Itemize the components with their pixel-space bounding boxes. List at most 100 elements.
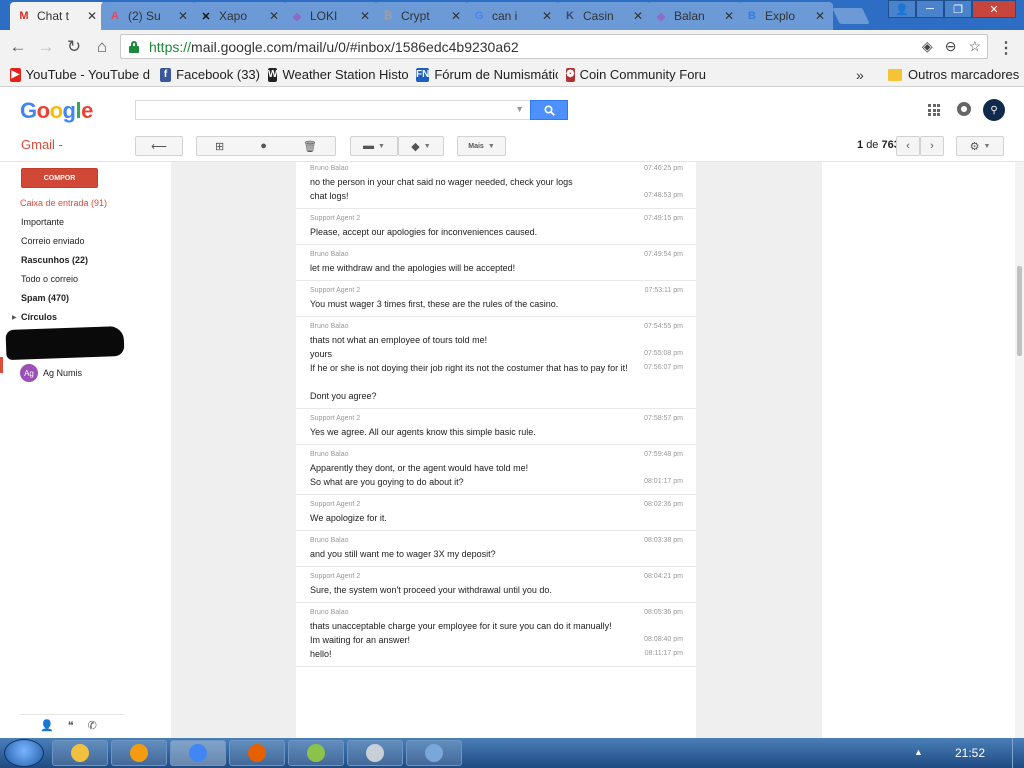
newer-button[interactable]: ‹ — [896, 136, 920, 156]
bookmark-item[interactable]: FN Fórum de Numismátic — [416, 67, 558, 82]
close-tab-icon[interactable]: ✕ — [176, 9, 190, 23]
phone-icon[interactable]: ✆ — [88, 719, 97, 732]
other-bookmarks-folder[interactable]: Outros marcadores — [888, 67, 1019, 82]
browser-toolbar: ← → ↻ ⌂ https://mail.google.com/mail/u/0… — [0, 30, 1024, 63]
older-button[interactable]: › — [920, 136, 944, 156]
taskbar-app[interactable] — [111, 740, 167, 766]
bookmark-item[interactable]: ❁ Coin Community Foru — [566, 67, 706, 82]
bookmark-star-icon[interactable]: ☆ — [968, 38, 981, 55]
profile-button[interactable]: 👤 — [888, 0, 916, 18]
search-options-icon[interactable]: ▼ — [515, 104, 524, 114]
browser-tab[interactable]: ◆ Balan ✕ — [647, 2, 742, 30]
hangouts-icon[interactable]: ❝ — [68, 719, 74, 732]
google-icon: G — [474, 10, 484, 22]
person-icon[interactable]: 👤 — [40, 719, 54, 732]
maximize-button[interactable]: ❐ — [944, 0, 972, 18]
more-button-label: Mais — [468, 142, 484, 150]
chevron-left-icon: ‹ — [906, 140, 910, 152]
system-clock[interactable]: 21:52 — [955, 746, 985, 760]
taskbar-app[interactable] — [229, 740, 285, 766]
sidebar-item[interactable]: Importante — [21, 217, 64, 227]
apps-grid-icon[interactable] — [928, 104, 940, 116]
message-text: thats unacceptable charge your employee … — [310, 621, 612, 631]
compose-button[interactable]: COMPOR — [21, 168, 98, 188]
message-sender: Bruno Balao — [310, 251, 349, 258]
close-tab-icon[interactable]: ✕ — [631, 9, 645, 23]
address-bar[interactable]: https://mail.google.com/mail/u/0/#inbox/… — [120, 34, 988, 59]
scrollbar[interactable] — [1015, 162, 1024, 738]
message-text: You must wager 3 times first, these are … — [310, 299, 559, 309]
browser-tab[interactable]: K Casin ✕ — [556, 2, 651, 30]
browser-tab[interactable]: Gcan i ✕ — [465, 2, 560, 30]
close-tab-icon[interactable]: ✕ — [722, 9, 736, 23]
report-spam-icon[interactable]: ● — [260, 140, 267, 152]
minimize-button[interactable]: ─ — [916, 0, 944, 18]
browser-tab[interactable]: ◆ LOKI ✕ — [283, 2, 378, 30]
labels-button[interactable]: ◆ ▼ — [398, 136, 444, 156]
sidebar-item[interactable]: Círculos — [21, 312, 57, 322]
zoom-icon[interactable]: ⊖ — [945, 38, 957, 55]
settings-button[interactable]: ⚙ ▼ — [956, 136, 1004, 156]
bookmark-item[interactable]: f Facebook (33) — [160, 67, 260, 82]
browser-menu-icon[interactable]: ⋮ — [998, 38, 1014, 58]
taskbar-app[interactable] — [52, 740, 108, 766]
close-tab-icon[interactable]: ✕ — [267, 9, 281, 23]
bookmark-item[interactable]: ▶ YouTube - YouTube d — [10, 67, 150, 82]
back-to-inbox-button[interactable]: ⟵ — [135, 136, 183, 156]
new-tab-button[interactable] — [832, 8, 870, 24]
reload-icon[interactable]: ↻ — [64, 37, 84, 57]
browser-tab-strip: M Chat t ✕ A (2) Su ✕ ✕ Xapo ✕ ◆ LOKI ✕ ₿ Crypt ✕ Gcan … — [0, 0, 1024, 30]
tray-expand-icon[interactable]: ▲ — [914, 747, 923, 757]
close-tab-icon[interactable]: ✕ — [449, 9, 463, 23]
browser-tab[interactable]: ₿ Crypt ✕ — [374, 2, 469, 30]
sidebar-item[interactable]: Todo o correio — [21, 274, 78, 284]
taskbar-app[interactable] — [170, 740, 226, 766]
taskbar-app[interactable] — [406, 740, 462, 766]
bookmark-item[interactable]: W Weather Station Histo — [268, 67, 408, 82]
delete-icon[interactable]: 🗑 — [303, 140, 317, 153]
move-to-button[interactable]: ▬ ▼ — [350, 136, 398, 156]
expand-triangle-icon[interactable]: ▶ — [12, 314, 17, 321]
notifications-icon[interactable] — [957, 102, 971, 116]
forward-icon[interactable]: → — [36, 37, 56, 57]
scrollbar-thumb[interactable] — [1017, 266, 1022, 356]
bookmark-label: Coin Community Foru — [579, 67, 706, 82]
close-tab-icon[interactable]: ✕ — [540, 9, 554, 23]
archive-icon[interactable]: ⊞ — [215, 140, 224, 153]
message-timestamp: 08:08:40 pm — [644, 636, 683, 643]
bookmarks-overflow-button[interactable]: » — [856, 67, 864, 83]
sidebar-item[interactable]: Correio enviado — [21, 236, 85, 246]
gmail-header: Google ▼ ⚲ — [0, 88, 1024, 130]
message-timestamp: 07:49:54 pm — [644, 251, 683, 258]
back-icon[interactable]: ← — [8, 37, 28, 57]
search-input[interactable]: ▼ — [135, 100, 531, 120]
extension-icon[interactable]: ◈ — [922, 38, 933, 55]
close-tab-icon[interactable]: ✕ — [813, 9, 827, 23]
google-logo[interactable]: Google — [20, 98, 93, 124]
search-button[interactable] — [530, 100, 568, 120]
close-tab-icon[interactable]: ✕ — [85, 9, 99, 23]
sidebar-item[interactable]: Caixa de entrada (91) — [20, 198, 107, 208]
start-button[interactable] — [4, 739, 44, 767]
account-avatar[interactable]: ⚲ — [983, 99, 1005, 121]
sidebar-item[interactable]: Rascunhos (22) — [21, 255, 88, 265]
tab-title: Casin — [583, 9, 614, 23]
close-window-button[interactable]: ✕ — [972, 0, 1016, 18]
sidebar-item[interactable]: Spam (470) — [21, 293, 69, 303]
taskbar-app[interactable] — [347, 740, 403, 766]
close-tab-icon[interactable]: ✕ — [358, 9, 372, 23]
browser-tab[interactable]: M Chat t ✕ — [10, 2, 105, 30]
browser-tab[interactable]: A (2) Su ✕ — [101, 2, 196, 30]
home-icon[interactable]: ⌂ — [92, 37, 112, 57]
taskbar-app[interactable] — [288, 740, 344, 766]
tab-title: Explo — [765, 9, 796, 23]
gmail-menu[interactable]: Gmail - — [21, 137, 63, 152]
contact-item[interactable]: Ag Ag Numis — [20, 364, 82, 382]
browser-tab[interactable]: ✕ Xapo ✕ — [192, 2, 287, 30]
more-button[interactable]: Mais ▼ — [457, 136, 506, 156]
folder-icon — [888, 68, 902, 81]
message-text: Sure, the system won't proceed your with… — [310, 585, 552, 595]
show-desktop-button[interactable] — [1012, 738, 1024, 768]
url-path: mail.google.com/mail/u/0/#inbox/1586edc4… — [191, 38, 519, 55]
browser-tab[interactable]: B Explo ✕ — [738, 2, 833, 30]
